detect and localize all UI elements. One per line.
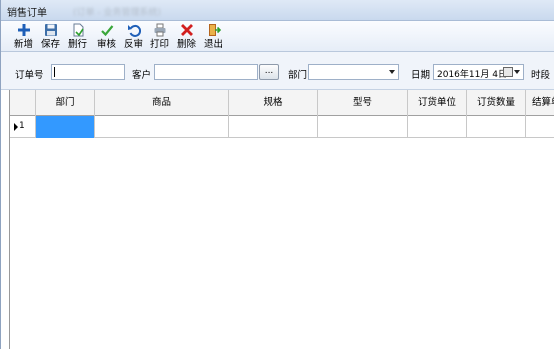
save-icon <box>44 24 57 36</box>
date-label: 日期 <box>411 70 431 81</box>
window-subtitle: (订单 - 业务管理系统) <box>73 8 161 18</box>
unaudit-button-label: 反审 <box>124 39 144 50</box>
row-number: 1 <box>19 121 25 131</box>
delete-row-icon <box>73 23 84 37</box>
grid-cell[interactable] <box>229 116 318 138</box>
delete-button[interactable]: 删除 <box>177 23 196 51</box>
column-header[interactable]: 规格 <box>229 90 318 116</box>
print-icon <box>154 23 165 37</box>
customer-input[interactable] <box>154 64 258 80</box>
order-no-input[interactable] <box>51 64 125 80</box>
header-corner <box>10 90 36 116</box>
column-header[interactable]: 型号 <box>318 90 408 116</box>
calendar-icon[interactable] <box>503 67 513 77</box>
table-row[interactable]: 1 <box>10 116 554 138</box>
column-header[interactable]: 商品 <box>95 90 229 116</box>
audit-button[interactable]: 审核 <box>97 23 116 51</box>
print-button[interactable]: 打印 <box>150 23 169 51</box>
grid-cell[interactable] <box>526 116 554 138</box>
filter-bar: 订单号 客户 ... 部门 日期 2016年11月 4日 时段 <box>1 52 554 90</box>
grid-cell[interactable] <box>95 116 229 138</box>
undo-icon <box>127 24 141 37</box>
text-caret <box>54 67 55 77</box>
grid-cell[interactable] <box>467 116 526 138</box>
window-title: 销售订单 <box>7 8 47 19</box>
toolbar: 新增 保存 删行 审核 反审 打印 删除 退出 <box>1 21 554 52</box>
column-header[interactable]: 订货单位 <box>408 90 467 116</box>
row-indicator[interactable]: 1 <box>10 116 36 138</box>
grid-header: 部门 商品 规格 型号 订货单位 订货数量 结算单 <box>10 90 554 116</box>
column-header[interactable]: 结算单 <box>526 90 554 116</box>
new-button[interactable]: 新增 <box>14 23 33 51</box>
delete-button-label: 删除 <box>177 39 197 50</box>
new-button-label: 新增 <box>14 39 34 50</box>
date-value: 2016年11月 4日 <box>437 70 507 80</box>
customer-label: 客户 <box>132 70 152 81</box>
column-header[interactable]: 部门 <box>36 90 95 116</box>
exit-button-label: 退出 <box>204 39 224 50</box>
unaudit-button[interactable]: 反审 <box>124 23 143 51</box>
exit-icon <box>208 24 221 36</box>
order-lines-grid: 部门 商品 规格 型号 订货单位 订货数量 结算单 1 <box>9 90 554 349</box>
x-icon <box>180 24 193 36</box>
delete-row-button[interactable]: 删行 <box>68 23 87 51</box>
department-label: 部门 <box>288 70 308 81</box>
grid-cell[interactable] <box>318 116 408 138</box>
period-label: 时段 <box>531 70 551 81</box>
order-no-label: 订单号 <box>15 70 44 81</box>
save-button-label: 保存 <box>41 39 61 50</box>
save-button[interactable]: 保存 <box>41 23 60 51</box>
delete-row-button-label: 删行 <box>68 39 88 50</box>
date-picker[interactable]: 2016年11月 4日 <box>433 64 524 80</box>
chevron-down-icon[interactable] <box>514 70 520 74</box>
department-select[interactable] <box>308 64 399 80</box>
print-button-label: 打印 <box>150 39 170 50</box>
grid-cell[interactable] <box>408 116 467 138</box>
title-bar: 销售订单 (订单 - 业务管理系统) <box>1 0 554 21</box>
check-icon <box>100 25 113 37</box>
grid-cell[interactable] <box>36 116 95 138</box>
plus-icon <box>17 24 30 36</box>
audit-button-label: 审核 <box>97 39 117 50</box>
column-header[interactable]: 订货数量 <box>467 90 526 116</box>
exit-button[interactable]: 退出 <box>204 23 223 51</box>
sales-order-window: 销售订单 (订单 - 业务管理系统) 新增 保存 删行 审核 反审 打印 删除 … <box>0 0 554 349</box>
current-row-arrow-icon <box>14 123 18 131</box>
customer-browse-button[interactable]: ... <box>259 64 279 80</box>
chevron-down-icon <box>389 70 395 74</box>
